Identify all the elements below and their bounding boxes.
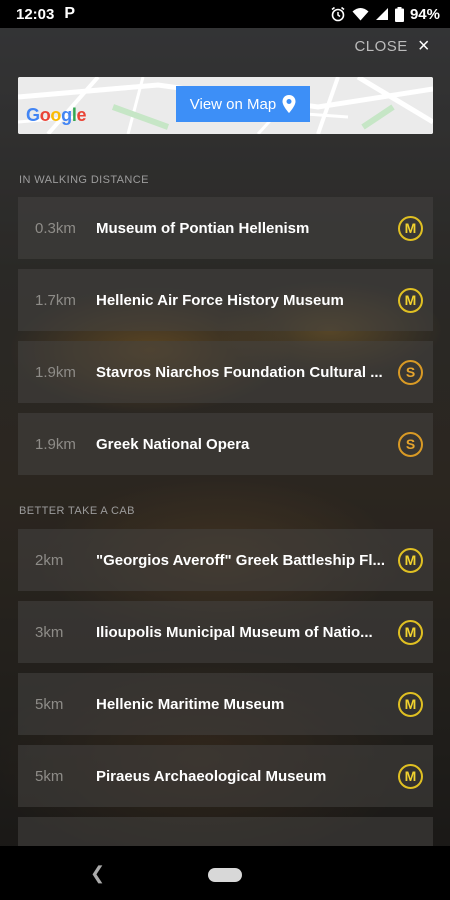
item-name: Piraeus Archaeological Museum — [96, 767, 327, 785]
item-name: Greek National Opera — [96, 435, 250, 453]
metro-badge-icon: M — [398, 547, 423, 573]
item-name: Hellenic Maritime Museum — [96, 695, 285, 713]
close-button[interactable]: CLOSE × — [354, 36, 430, 56]
item-name: Museum of Pontian Hellenism — [96, 219, 310, 237]
close-label: CLOSE — [354, 37, 408, 55]
view-on-map-button[interactable]: View on Map — [176, 86, 310, 122]
alarm-icon — [331, 6, 345, 22]
close-icon: × — [417, 35, 430, 57]
parking-notification-icon: P — [64, 5, 76, 22]
google-logo: Google — [26, 105, 87, 126]
wifi-icon — [352, 8, 369, 21]
section-title-cab: BETTER TAKE A CAB — [19, 505, 135, 517]
list-item[interactable]: 5km Piraeus Archaeological Museum M — [18, 745, 433, 807]
google-logo-text: Google — [26, 105, 87, 125]
suburban-badge-icon: S — [398, 431, 423, 457]
item-distance: 1.9km — [35, 435, 76, 453]
system-nav-bar: ❮ — [0, 846, 450, 900]
item-name: Hellenic Air Force History Museum — [96, 291, 344, 309]
map-pin-icon — [282, 95, 296, 113]
item-distance: 5km — [35, 695, 64, 713]
metro-badge-icon: M — [398, 691, 423, 717]
list-item-partial[interactable] — [18, 817, 433, 846]
list-item[interactable]: 1.9km Stavros Niarchos Foundation Cultur… — [18, 341, 433, 403]
map-preview[interactable]: Google View on Map — [18, 77, 433, 134]
list-item[interactable]: 1.9km Greek National Opera S — [18, 413, 433, 475]
list-item[interactable]: 2km "Georgios Averoff" Greek Battleship … — [18, 529, 433, 591]
back-icon[interactable]: ❮ — [90, 863, 105, 884]
metro-badge-icon: M — [398, 215, 423, 241]
item-distance: 1.7km — [35, 291, 76, 309]
signal-icon — [375, 8, 388, 20]
metro-badge-icon: M — [398, 287, 423, 313]
list-item[interactable]: 3km Ilioupolis Municipal Museum of Natio… — [18, 601, 433, 663]
status-icons: 94% — [330, 6, 440, 23]
view-on-map-label: View on Map — [189, 95, 277, 113]
item-distance: 0.3km — [35, 219, 76, 237]
item-name: Ilioupolis Municipal Museum of Natio... — [96, 623, 373, 641]
item-name: "Georgios Averoff" Greek Battleship Fl..… — [96, 551, 386, 569]
battery-percent: 94% — [409, 5, 440, 23]
suburban-badge-icon: S — [398, 359, 423, 385]
metro-badge-icon: M — [398, 619, 423, 645]
list-item[interactable]: 1.7km Hellenic Air Force History Museum … — [18, 269, 433, 331]
home-pill-button[interactable] — [208, 868, 242, 882]
status-time: 12:03 — [16, 5, 55, 23]
section-title-walking: IN WALKING DISTANCE — [19, 174, 149, 186]
list-item[interactable]: 5km Hellenic Maritime Museum M — [18, 673, 433, 735]
item-name: Stavros Niarchos Foundation Cultural ... — [96, 363, 383, 381]
metro-badge-icon: M — [398, 763, 423, 789]
battery-icon — [394, 6, 404, 22]
item-distance: 5km — [35, 767, 64, 785]
item-distance: 3km — [35, 623, 64, 641]
list-item[interactable]: 0.3km Museum of Pontian Hellenism M — [18, 197, 433, 259]
item-distance: 1.9km — [35, 363, 76, 381]
item-distance: 2km — [35, 551, 64, 569]
status-bar: 12:03 P 94% — [0, 0, 450, 28]
